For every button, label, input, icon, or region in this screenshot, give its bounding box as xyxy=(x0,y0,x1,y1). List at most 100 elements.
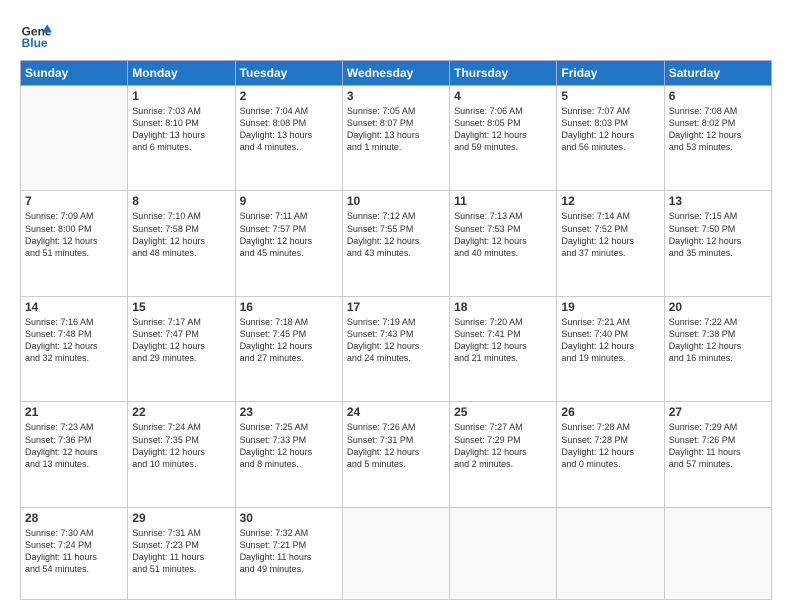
calendar-cell: 10 Sunrise: 7:12 AM Sunset: 7:55 PM Dayli… xyxy=(342,191,449,296)
svg-text:Blue: Blue xyxy=(22,36,48,50)
day-number: 4 xyxy=(454,89,552,103)
calendar-cell: 26 Sunrise: 7:28 AM Sunset: 7:28 PM Dayli… xyxy=(557,402,664,507)
calendar-cell: 23 Sunrise: 7:25 AM Sunset: 7:33 PM Dayli… xyxy=(235,402,342,507)
day-info: Sunrise: 7:05 AM Sunset: 8:07 PM Dayligh… xyxy=(347,105,445,154)
day-info: Sunrise: 7:13 AM Sunset: 7:53 PM Dayligh… xyxy=(454,210,552,259)
day-info: Sunrise: 7:07 AM Sunset: 8:03 PM Dayligh… xyxy=(561,105,659,154)
day-info: Sunrise: 7:16 AM Sunset: 7:48 PM Dayligh… xyxy=(25,316,123,365)
day-number: 10 xyxy=(347,194,445,208)
calendar-table: SundayMondayTuesdayWednesdayThursdayFrid… xyxy=(20,60,772,600)
calendar-cell: 19 Sunrise: 7:21 AM Sunset: 7:40 PM Dayli… xyxy=(557,296,664,401)
day-number: 16 xyxy=(240,300,338,314)
calendar-cell: 22 Sunrise: 7:24 AM Sunset: 7:35 PM Dayli… xyxy=(128,402,235,507)
calendar-cell: 14 Sunrise: 7:16 AM Sunset: 7:48 PM Dayli… xyxy=(21,296,128,401)
day-info: Sunrise: 7:24 AM Sunset: 7:35 PM Dayligh… xyxy=(132,421,230,470)
day-info: Sunrise: 7:31 AM Sunset: 7:23 PM Dayligh… xyxy=(132,527,230,576)
day-info: Sunrise: 7:23 AM Sunset: 7:36 PM Dayligh… xyxy=(25,421,123,470)
calendar-cell: 12 Sunrise: 7:14 AM Sunset: 7:52 PM Dayli… xyxy=(557,191,664,296)
day-number: 12 xyxy=(561,194,659,208)
calendar-cell: 21 Sunrise: 7:23 AM Sunset: 7:36 PM Dayli… xyxy=(21,402,128,507)
day-info: Sunrise: 7:22 AM Sunset: 7:38 PM Dayligh… xyxy=(669,316,767,365)
day-number: 21 xyxy=(25,405,123,419)
day-info: Sunrise: 7:18 AM Sunset: 7:45 PM Dayligh… xyxy=(240,316,338,365)
day-number: 1 xyxy=(132,89,230,103)
day-info: Sunrise: 7:12 AM Sunset: 7:55 PM Dayligh… xyxy=(347,210,445,259)
day-info: Sunrise: 7:03 AM Sunset: 8:10 PM Dayligh… xyxy=(132,105,230,154)
day-number: 5 xyxy=(561,89,659,103)
day-info: Sunrise: 7:19 AM Sunset: 7:43 PM Dayligh… xyxy=(347,316,445,365)
calendar-cell: 1 Sunrise: 7:03 AM Sunset: 8:10 PM Daylig… xyxy=(128,86,235,191)
day-number: 27 xyxy=(669,405,767,419)
day-number: 22 xyxy=(132,405,230,419)
day-number: 19 xyxy=(561,300,659,314)
day-info: Sunrise: 7:06 AM Sunset: 8:05 PM Dayligh… xyxy=(454,105,552,154)
day-info: Sunrise: 7:28 AM Sunset: 7:28 PM Dayligh… xyxy=(561,421,659,470)
day-number: 20 xyxy=(669,300,767,314)
calendar-cell: 7Sunrise: 7:09 AM Sunset: 8:00 PM Daylig… xyxy=(21,191,128,296)
day-info: Sunrise: 7:04 AM Sunset: 8:08 PM Dayligh… xyxy=(240,105,338,154)
day-info: Sunrise: 7:14 AM Sunset: 7:52 PM Dayligh… xyxy=(561,210,659,259)
day-number: 3 xyxy=(347,89,445,103)
day-info: Sunrise: 7:08 AM Sunset: 8:02 PM Dayligh… xyxy=(669,105,767,154)
day-number: 17 xyxy=(347,300,445,314)
calendar-week-2: 7Sunrise: 7:09 AM Sunset: 8:00 PM Daylig… xyxy=(21,191,772,296)
day-info: Sunrise: 7:26 AM Sunset: 7:31 PM Dayligh… xyxy=(347,421,445,470)
calendar-cell xyxy=(664,507,771,599)
calendar-cell: 15Sunrise: 7:17 AM Sunset: 7:47 PM Dayli… xyxy=(128,296,235,401)
calendar-header-row: SundayMondayTuesdayWednesdayThursdayFrid… xyxy=(21,61,772,86)
calendar-week-5: 28 Sunrise: 7:30 AM Sunset: 7:24 PM Dayli… xyxy=(21,507,772,599)
day-number: 30 xyxy=(240,511,338,525)
calendar-week-4: 21 Sunrise: 7:23 AM Sunset: 7:36 PM Dayli… xyxy=(21,402,772,507)
day-info: Sunrise: 7:20 AM Sunset: 7:41 PM Dayligh… xyxy=(454,316,552,365)
logo: General Blue xyxy=(20,18,52,50)
calendar-cell: 30Sunrise: 7:32 AM Sunset: 7:21 PM Dayli… xyxy=(235,507,342,599)
calendar-header-saturday: Saturday xyxy=(664,61,771,86)
day-info: Sunrise: 7:17 AM Sunset: 7:47 PM Dayligh… xyxy=(132,316,230,365)
day-info: Sunrise: 7:11 AM Sunset: 7:57 PM Dayligh… xyxy=(240,210,338,259)
day-number: 7 xyxy=(25,194,123,208)
day-info: Sunrise: 7:30 AM Sunset: 7:24 PM Dayligh… xyxy=(25,527,123,576)
calendar-cell: 13 Sunrise: 7:15 AM Sunset: 7:50 PM Dayli… xyxy=(664,191,771,296)
day-info: Sunrise: 7:15 AM Sunset: 7:50 PM Dayligh… xyxy=(669,210,767,259)
day-info: Sunrise: 7:27 AM Sunset: 7:29 PM Dayligh… xyxy=(454,421,552,470)
calendar-cell: 18Sunrise: 7:20 AM Sunset: 7:41 PM Dayli… xyxy=(450,296,557,401)
header: General Blue xyxy=(20,18,772,50)
day-number: 6 xyxy=(669,89,767,103)
calendar-cell: 27Sunrise: 7:29 AM Sunset: 7:26 PM Dayli… xyxy=(664,402,771,507)
day-info: Sunrise: 7:25 AM Sunset: 7:33 PM Dayligh… xyxy=(240,421,338,470)
calendar-cell: 29Sunrise: 7:31 AM Sunset: 7:23 PM Dayli… xyxy=(128,507,235,599)
day-number: 2 xyxy=(240,89,338,103)
calendar-cell: 20 Sunrise: 7:22 AM Sunset: 7:38 PM Dayli… xyxy=(664,296,771,401)
day-number: 9 xyxy=(240,194,338,208)
day-number: 23 xyxy=(240,405,338,419)
day-info: Sunrise: 7:10 AM Sunset: 7:58 PM Dayligh… xyxy=(132,210,230,259)
day-number: 14 xyxy=(25,300,123,314)
calendar-week-3: 14 Sunrise: 7:16 AM Sunset: 7:48 PM Dayli… xyxy=(21,296,772,401)
calendar-cell: 2 Sunrise: 7:04 AM Sunset: 8:08 PM Daylig… xyxy=(235,86,342,191)
calendar-header-tuesday: Tuesday xyxy=(235,61,342,86)
logo-icon: General Blue xyxy=(20,18,52,50)
day-number: 26 xyxy=(561,405,659,419)
calendar-cell xyxy=(557,507,664,599)
calendar-cell: 3 Sunrise: 7:05 AM Sunset: 8:07 PM Daylig… xyxy=(342,86,449,191)
calendar-week-1: 1 Sunrise: 7:03 AM Sunset: 8:10 PM Daylig… xyxy=(21,86,772,191)
calendar-cell xyxy=(21,86,128,191)
calendar-cell: 4 Sunrise: 7:06 AM Sunset: 8:05 PM Daylig… xyxy=(450,86,557,191)
calendar-cell: 11Sunrise: 7:13 AM Sunset: 7:53 PM Dayli… xyxy=(450,191,557,296)
calendar-header-sunday: Sunday xyxy=(21,61,128,86)
calendar-header-wednesday: Wednesday xyxy=(342,61,449,86)
calendar-cell xyxy=(450,507,557,599)
calendar-cell: 6 Sunrise: 7:08 AM Sunset: 8:02 PM Daylig… xyxy=(664,86,771,191)
calendar-cell: 25 Sunrise: 7:27 AM Sunset: 7:29 PM Dayli… xyxy=(450,402,557,507)
day-number: 28 xyxy=(25,511,123,525)
day-number: 25 xyxy=(454,405,552,419)
calendar-cell: 8 Sunrise: 7:10 AM Sunset: 7:58 PM Daylig… xyxy=(128,191,235,296)
calendar-header-friday: Friday xyxy=(557,61,664,86)
day-number: 24 xyxy=(347,405,445,419)
day-number: 8 xyxy=(132,194,230,208)
calendar-cell: 5 Sunrise: 7:07 AM Sunset: 8:03 PM Daylig… xyxy=(557,86,664,191)
day-number: 13 xyxy=(669,194,767,208)
day-info: Sunrise: 7:21 AM Sunset: 7:40 PM Dayligh… xyxy=(561,316,659,365)
calendar-cell: 24 Sunrise: 7:26 AM Sunset: 7:31 PM Dayli… xyxy=(342,402,449,507)
calendar-cell: 16 Sunrise: 7:18 AM Sunset: 7:45 PM Dayli… xyxy=(235,296,342,401)
